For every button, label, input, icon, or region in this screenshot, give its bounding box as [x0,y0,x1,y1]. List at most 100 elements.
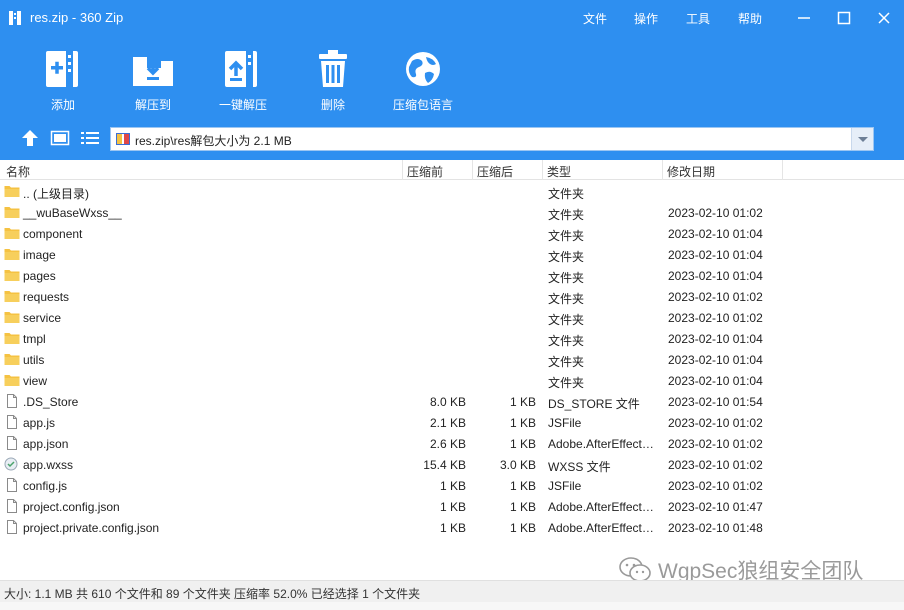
file-icon [4,436,20,450]
table-row[interactable]: project.private.config.json 1 KB 1 KB Adobe… [0,517,790,538]
col-packed-header[interactable]: 压缩前 [407,163,443,180]
row-type: JSFile [548,416,582,430]
extract-to-button[interactable]: 解压到 [113,48,193,113]
table-row[interactable]: app.wxss 15.4 KB 3.0 KB WXSS 文件 2023-02-10 0… [0,454,790,475]
row-name: requests [23,290,70,304]
row-modified: 2023-02-10 01:02 [668,458,763,472]
file-icon [4,394,20,408]
one-click-extract-button[interactable]: 一键解压 [203,48,283,113]
bottom-edge [0,602,904,610]
row-type: JSFile [548,479,582,493]
column-divider[interactable] [782,160,783,180]
row-name: __wuBaseWxss__ [23,206,122,220]
file-icon [4,499,20,513]
row-name: project.private.config.json [23,521,160,535]
row-modified: 2023-02-10 01:04 [668,332,763,346]
path-dropdown-icon[interactable] [851,128,873,150]
table-row[interactable]: image 文件夹 2023-02-10 01:04 [0,244,790,265]
close-icon[interactable] [874,8,894,28]
table-row[interactable]: project.config.json 1 KB 1 KB Adobe.AfterEf… [0,496,790,517]
row-name: utils [23,353,45,367]
table-row[interactable]: view 文件夹 2023-02-10 01:04 [0,370,790,391]
row-name: app.wxss [23,458,74,472]
extract-folder-icon [133,54,173,86]
one-click-extract-icon [225,51,257,87]
menu-operation[interactable]: 操作 [634,10,658,27]
status-bar: 大小: 1.1 MB 共 610 个文件和 89 个文件夹 压缩率 52.0% … [0,580,904,602]
row-type: WXSS 文件 [548,460,611,474]
thumbnail-view-icon[interactable] [50,128,70,148]
table-row[interactable]: requests 文件夹 2023-02-10 01:02 [0,286,790,307]
row-name: .DS_Store [23,395,79,409]
menu-file[interactable]: 文件 [583,10,607,27]
row-compressed-size: 1 KB [509,521,536,535]
table-row[interactable]: .. (上级目录) 文件夹 [0,181,790,202]
zip-app-icon [9,11,21,25]
list-header: 名称 压缩前 压缩后 类型 修改日期 [0,160,904,180]
table-row[interactable]: utils 文件夹 2023-02-10 01:04 [0,349,790,370]
column-divider[interactable] [472,160,473,180]
row-type: Adobe.AfterEffects.Script [548,521,658,535]
status-text: 大小: 1.1 MB 共 610 个文件和 89 个文件夹 压缩率 52.0% … [4,587,421,601]
row-type: 文件夹 [548,313,585,327]
table-row[interactable]: component 文件夹 2023-02-10 01:04 [0,223,790,244]
row-modified: 2023-02-10 01:04 [668,227,763,241]
path-text: res.zip\res解包大小为 2.1 MB [135,134,292,148]
row-packed-size: 2.6 KB [429,437,466,451]
col-compressed-header[interactable]: 压缩后 [477,163,513,180]
title-bar: res.zip - 360 Zip 文件 操作 工具 帮助 [0,0,904,36]
row-modified: 2023-02-10 01:04 [668,374,763,388]
row-modified: 2023-02-10 01:02 [668,479,763,493]
add-button[interactable]: 添加 [23,48,103,113]
col-name-header[interactable]: 名称 [6,163,30,180]
table-row[interactable]: config.js 1 KB 1 KB JSFile 2023-02-10 01:02 [0,475,790,496]
add-archive-icon [46,51,78,87]
row-modified: 2023-02-10 01:47 [668,500,763,514]
menu-tools[interactable]: 工具 [686,10,710,27]
column-divider[interactable] [542,160,543,180]
toolbar: 添加 解压到 一键解压 删除 压缩包语言 [0,36,904,118]
table-row[interactable]: app.js 2.1 KB 1 KB JSFile 2023-02-10 01:02 [0,412,790,433]
table-row[interactable]: tmpl 文件夹 2023-02-10 01:04 [0,328,790,349]
row-compressed-size: 1 KB [509,416,536,430]
archive-language-button[interactable]: 压缩包语言 [383,48,463,113]
maximize-icon[interactable] [834,8,854,28]
table-row[interactable]: .DS_Store 8.0 KB 1 KB DS_STORE 文件 2023-02-10… [0,391,790,412]
row-type: 文件夹 [548,292,585,306]
row-name: app.json [23,437,69,451]
row-name: app.js [23,416,56,430]
row-type: Adobe.AfterEffects.Script [548,500,658,514]
path-field[interactable]: res.zip\res解包大小为 2.1 MB [110,127,874,151]
table-row[interactable]: app.json 2.6 KB 1 KB Adobe.AfterEffects.Scr… [0,433,790,454]
row-modified: 2023-02-10 01:04 [668,248,763,262]
delete-button[interactable]: 删除 [293,48,373,113]
row-type: 文件夹 [548,271,585,285]
row-name: image [23,248,56,262]
archive-path-icon [116,133,130,145]
up-arrow-icon[interactable] [20,128,40,148]
row-type: 文件夹 [548,208,585,222]
row-name: tmpl [23,332,46,346]
row-type: 文件夹 [548,250,585,264]
delete-label: 删除 [320,98,345,112]
table-row[interactable]: __wuBaseWxss__ 文件夹 2023-02-10 01:02 [0,202,790,223]
window-title: res.zip - 360 Zip [30,10,124,25]
column-divider[interactable] [662,160,663,180]
column-divider[interactable] [402,160,403,180]
row-packed-size: 1 KB [439,500,466,514]
folder-icon [4,310,20,324]
col-modified-header[interactable]: 修改日期 [667,163,715,180]
row-name: .. (上级目录) [23,187,89,201]
globe-icon [406,52,440,86]
minimize-icon[interactable] [794,8,814,28]
table-row[interactable]: pages 文件夹 2023-02-10 01:04 [0,265,790,286]
row-type: 文件夹 [548,229,585,243]
one-click-label: 一键解压 [218,98,267,112]
folder-icon [4,331,20,345]
menu-help[interactable]: 帮助 [738,10,762,27]
row-name: component [23,227,83,241]
row-compressed-size: 1 KB [509,395,536,409]
table-row[interactable]: service 文件夹 2023-02-10 01:02 [0,307,790,328]
col-type-header[interactable]: 类型 [547,163,571,180]
list-view-icon[interactable] [80,128,100,148]
